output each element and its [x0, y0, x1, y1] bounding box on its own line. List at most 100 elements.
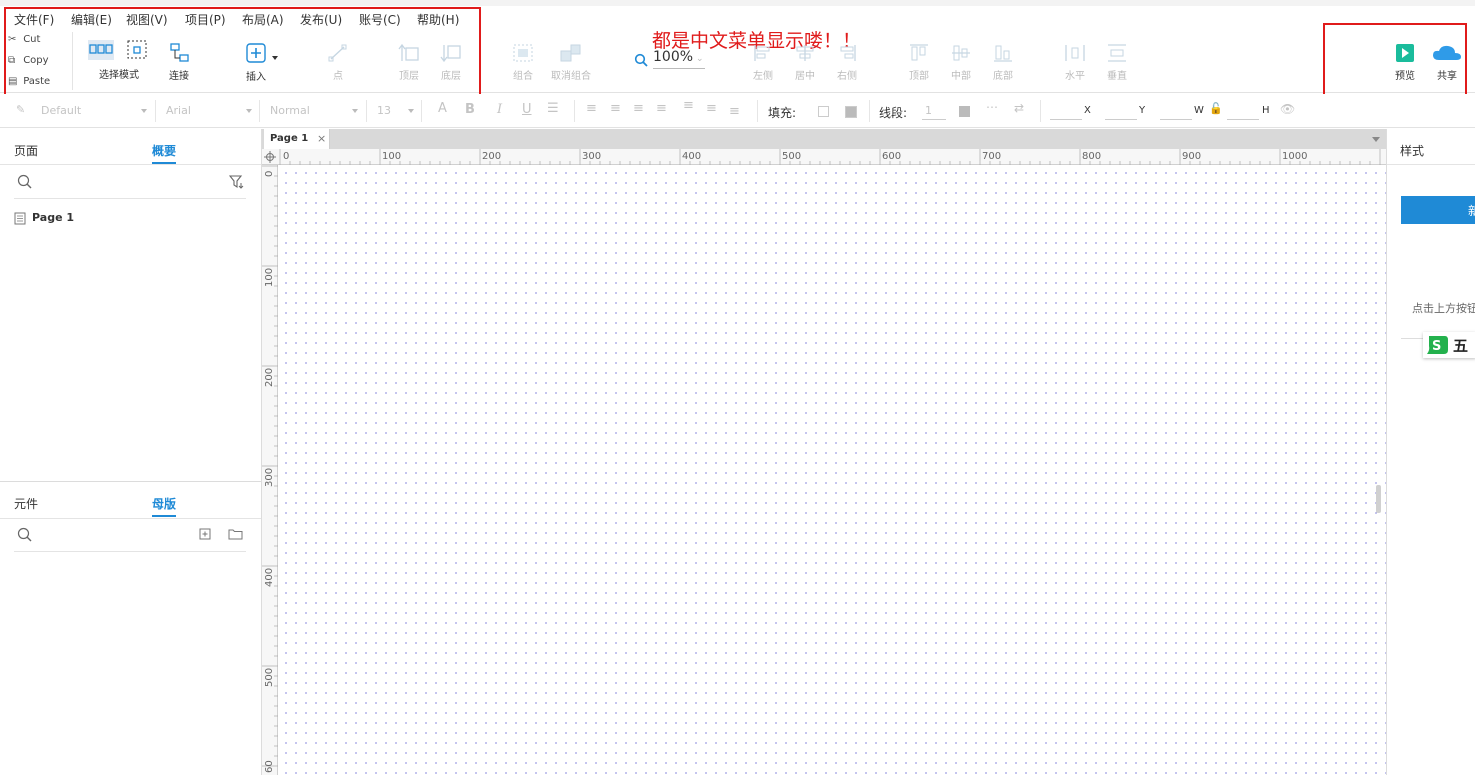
ruler-v-label: 0 [264, 170, 275, 177]
font-dropdown-icon [246, 109, 252, 113]
group-label: 组合 [513, 71, 533, 82]
ruler-h-label: 700 [982, 151, 1002, 162]
right-panel: 样式 新 点击上方按钮 S 五 [1386, 129, 1475, 775]
align-text-center-icon[interactable]: ≡ [610, 101, 621, 116]
tab-masters[interactable]: 母版 [152, 495, 176, 512]
arrow-style-icon[interactable]: ⇄ [1014, 101, 1024, 115]
canvas-grid[interactable] [279, 166, 1386, 775]
ruler-h-label: 400 [682, 151, 702, 162]
stroke-width-input[interactable]: 1 [925, 104, 932, 117]
font-size-select[interactable]: 13 [377, 104, 391, 117]
align-top-button[interactable]: 顶部 [906, 43, 932, 82]
align-right-icon [840, 45, 856, 61]
active-tab-underline [152, 515, 176, 517]
align-text-right-icon[interactable]: ≡ [633, 101, 644, 116]
align-middle-icon [952, 45, 970, 61]
fill-shadow-swatch[interactable] [845, 106, 857, 118]
divider [14, 551, 246, 552]
page-tab-label: Page 1 [270, 133, 309, 144]
align-center-button[interactable]: 居中 [792, 43, 818, 82]
tab-pages[interactable]: 页面 [14, 142, 38, 159]
fill-color-swatch[interactable] [818, 106, 829, 117]
y-label: Y [1139, 105, 1146, 116]
filter-icon[interactable] [229, 175, 245, 189]
style-brush-icon: ✎ [16, 103, 26, 116]
divider [0, 164, 261, 165]
svg-text:S: S [1432, 339, 1441, 354]
distribute-horizontal-button[interactable]: 水平 [1062, 43, 1088, 82]
valign-top-icon[interactable]: ≡ [683, 98, 694, 113]
fill-label: 填充: [768, 106, 797, 120]
ruler-h-label: 500 [782, 151, 802, 162]
zoom-underline [653, 68, 705, 69]
ruler-h-label: 200 [482, 151, 502, 162]
align-left-icon [754, 45, 770, 61]
ungroup-button[interactable]: 取消组合 [548, 43, 594, 82]
group-button[interactable]: 组合 [510, 43, 536, 82]
divider [421, 100, 422, 122]
lock-icon[interactable]: 🔓 [1209, 102, 1223, 115]
divider [1387, 164, 1475, 165]
search-icon[interactable] [17, 174, 33, 190]
italic-icon[interactable]: I [497, 102, 502, 117]
add-master-icon[interactable] [199, 528, 211, 540]
ime-toolbar[interactable]: S 五 [1423, 332, 1475, 358]
underline-icon[interactable]: U [522, 102, 532, 117]
tab-widgets[interactable]: 元件 [14, 495, 38, 512]
align-middle-button[interactable]: 中部 [948, 43, 974, 82]
align-left-button[interactable]: 左侧 [750, 43, 776, 82]
x-input[interactable] [1050, 119, 1082, 120]
align-top-icon [910, 44, 928, 61]
distribute-vertical-button[interactable]: 垂直 [1104, 43, 1130, 82]
vertical-scrollbar[interactable] [1376, 485, 1381, 513]
justify-text-icon[interactable]: ≡ [656, 101, 667, 116]
valign-middle-icon[interactable]: ≡ [706, 101, 717, 116]
align-bottom-icon [994, 45, 1012, 62]
align-middle-label: 中部 [951, 71, 971, 82]
close-icon[interactable]: × [317, 132, 326, 145]
annotation-box-left [4, 7, 481, 97]
ruler-h-label: 1000 [1282, 151, 1308, 162]
valign-bottom-icon[interactable]: ≡ [729, 104, 740, 119]
w-input[interactable] [1160, 119, 1192, 120]
stroke-pattern-icon[interactable]: ⋯ [986, 100, 998, 114]
align-right-button[interactable]: 右侧 [834, 43, 860, 82]
y-input[interactable] [1105, 119, 1137, 120]
size-dropdown-icon [408, 109, 414, 113]
add-folder-icon[interactable] [228, 528, 243, 540]
align-bottom-label: 底部 [993, 71, 1013, 82]
tab-page-1[interactable]: Page 1 × [264, 129, 330, 149]
h-input[interactable] [1227, 119, 1259, 120]
ruler-h-label: 900 [1182, 151, 1202, 162]
pane-splitter[interactable] [0, 481, 261, 482]
bullet-list-icon[interactable]: ☰ [547, 101, 559, 116]
tab-outline[interactable]: 概要 [152, 142, 176, 159]
align-center-icon [796, 45, 814, 61]
divider [869, 100, 870, 122]
tab-overflow-icon[interactable] [1372, 137, 1380, 142]
divider [574, 100, 575, 122]
text-color-icon[interactable]: A [438, 101, 447, 116]
align-text-left-icon[interactable]: ≡ [586, 101, 597, 116]
stroke-color-swatch[interactable] [959, 106, 970, 117]
align-left-label: 左侧 [753, 71, 773, 82]
ruler-v-label: 100 [264, 267, 275, 287]
bold-icon[interactable]: B [465, 102, 475, 117]
magnifier-icon [634, 53, 648, 67]
left-panel: 页面 概要 Page 1 元件 母版 [0, 129, 262, 775]
divider [757, 100, 758, 122]
crosshair-icon[interactable] [264, 151, 276, 163]
style-select[interactable]: Default [41, 104, 81, 117]
ruler-h-ticks [279, 149, 1381, 165]
visibility-eye-icon[interactable]: 👁 [1280, 102, 1295, 116]
weight-select[interactable]: Normal [270, 104, 310, 117]
new-button[interactable]: 新 [1401, 196, 1475, 224]
tab-style[interactable]: 样式 [1400, 142, 1424, 159]
ruler-h-label: 600 [882, 151, 902, 162]
masters-search-icon[interactable] [17, 527, 33, 543]
horizontal-ruler: 0 100 200 300 400 500 600 700 800 900 10… [262, 149, 1386, 165]
weight-dropdown-icon [352, 109, 358, 113]
font-select[interactable]: Arial [166, 104, 191, 117]
align-bottom-button[interactable]: 底部 [990, 43, 1016, 82]
style-dropdown-icon [141, 109, 147, 113]
